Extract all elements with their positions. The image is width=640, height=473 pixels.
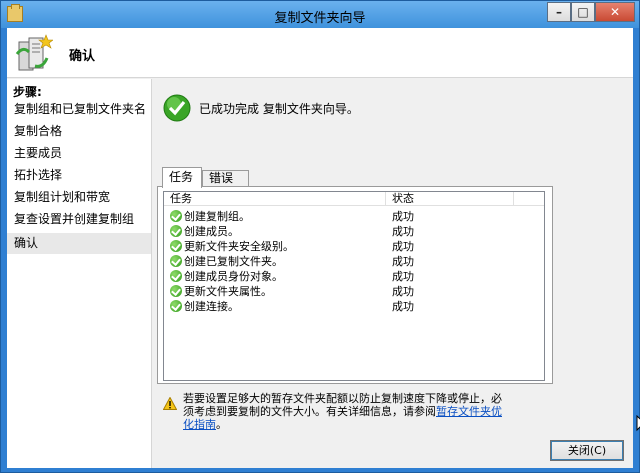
success-check-icon — [170, 240, 182, 252]
minimize-button[interactable]: – — [547, 2, 571, 22]
success-check-icon — [170, 285, 182, 297]
task-name: 创建复制组。 — [184, 210, 250, 223]
tab-errors[interactable]: 错误 — [202, 170, 249, 187]
table-row[interactable]: 创建复制组。 成功 — [164, 209, 544, 224]
column-header-task[interactable]: 任务 — [164, 192, 386, 206]
sidebar-item-replication-eligibility[interactable]: 复制合格 — [7, 121, 151, 142]
success-check-icon — [170, 225, 182, 237]
task-status: 成功 — [392, 225, 414, 238]
main-content: 已成功完成 复制文件夹向导。 任务 错误 任务 状态 创建复制组。 成功 创建成… — [153, 79, 640, 468]
task-status: 成功 — [392, 285, 414, 298]
wizard-window: 复制文件夹向导 – □ ✕ 确认 步骤: 复制组和已复制文件夹名 复制合格 主要… — [0, 0, 640, 473]
steps-sidebar: 步骤: 复制组和已复制文件夹名 复制合格 主要成员 拓扑选择 复制组计划和带宽 … — [7, 79, 152, 468]
table-row[interactable]: 创建已复制文件夹。 成功 — [164, 254, 544, 269]
task-name: 创建成员。 — [184, 225, 239, 238]
task-status: 成功 — [392, 255, 414, 268]
sidebar-item-review-settings[interactable]: 复查设置并创建复制组 — [7, 209, 151, 230]
task-status: 成功 — [392, 240, 414, 253]
table-row[interactable]: 更新文件夹属性。 成功 — [164, 284, 544, 299]
success-message: 已成功完成 复制文件夹向导。 — [199, 102, 359, 116]
task-name: 更新文件夹属性。 — [184, 285, 272, 298]
task-name: 创建已复制文件夹。 — [184, 255, 283, 268]
task-status: 成功 — [392, 300, 414, 313]
table-row[interactable]: 创建连接。 成功 — [164, 299, 544, 314]
success-check-icon — [170, 270, 182, 282]
table-row[interactable]: 更新文件夹安全级别。 成功 — [164, 239, 544, 254]
column-header-status[interactable]: 状态 — [386, 192, 514, 206]
sidebar-item-schedule-bandwidth[interactable]: 复制组计划和带宽 — [7, 187, 151, 208]
wizard-server-icon — [15, 34, 53, 71]
task-name: 更新文件夹安全级别。 — [184, 240, 294, 253]
task-status: 成功 — [392, 210, 414, 223]
title-bar[interactable]: 复制文件夹向导 – □ ✕ — [1, 1, 639, 28]
task-name: 创建成员身份对象。 — [184, 270, 283, 283]
tab-tasks[interactable]: 任务 — [162, 167, 202, 188]
tasks-tab-panel: 任务 状态 创建复制组。 成功 创建成员。 成功 更新文件夹安全级别。 成功 创… — [157, 186, 553, 384]
sidebar-item-primary-member[interactable]: 主要成员 — [7, 143, 151, 164]
window-title: 复制文件夹向导 — [274, 11, 366, 26]
steps-label: 步骤: — [13, 85, 42, 99]
close-window-button[interactable]: ✕ — [595, 2, 635, 22]
page-title: 确认 — [69, 49, 96, 64]
wizard-header: 确认 — [7, 28, 633, 78]
task-name: 创建连接。 — [184, 300, 239, 313]
sidebar-item-replication-group-name[interactable]: 复制组和已复制文件夹名 — [7, 99, 151, 120]
maximize-button[interactable]: □ — [571, 2, 595, 22]
close-button[interactable]: 关闭(C) — [550, 440, 624, 461]
task-status: 成功 — [392, 270, 414, 283]
staging-warning: 若要设置足够大的暂存文件夹配额以防止复制速度下降或停止，必须考虑到要复制的文件大… — [183, 392, 503, 431]
success-check-icon — [170, 300, 182, 312]
list-header: 任务 状态 — [164, 192, 544, 206]
mouse-cursor-icon — [636, 415, 640, 432]
success-check-icon — [170, 255, 182, 267]
table-row[interactable]: 创建成员。 成功 — [164, 224, 544, 239]
wizard-client-area: 确认 步骤: 复制组和已复制文件夹名 复制合格 主要成员 拓扑选择 复制组计划和… — [7, 28, 640, 468]
sidebar-item-confirmation[interactable]: 确认 — [7, 233, 151, 254]
success-check-icon — [163, 94, 191, 122]
table-row[interactable]: 创建成员身份对象。 成功 — [164, 269, 544, 284]
warning-text-end: 。 — [216, 418, 227, 431]
sidebar-item-topology[interactable]: 拓扑选择 — [7, 165, 151, 186]
success-check-icon — [170, 210, 182, 222]
tasks-list[interactable]: 任务 状态 创建复制组。 成功 创建成员。 成功 更新文件夹安全级别。 成功 创… — [163, 191, 545, 381]
warning-icon — [163, 397, 177, 410]
